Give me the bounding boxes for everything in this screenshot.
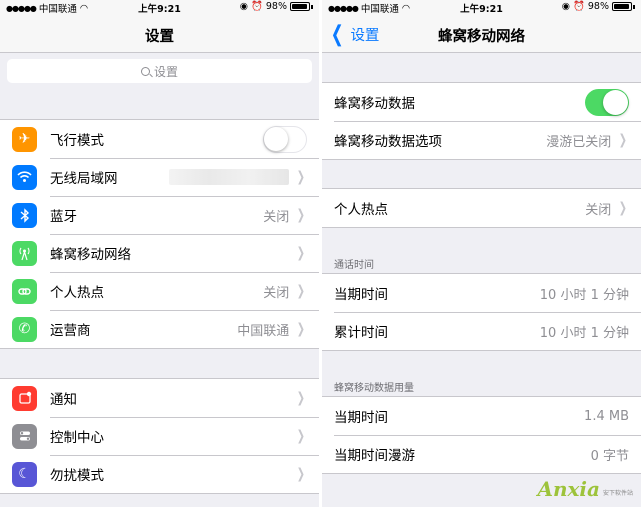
stat-row: 累计时间 10 小时 1 分钟 — [322, 312, 641, 350]
battery-icon — [612, 2, 632, 11]
row-label: 当期时间 — [334, 410, 388, 426]
data-usage-header: 蜂窝移动数据用量 — [334, 383, 414, 394]
orientation-lock-icon: ◉ — [239, 1, 249, 12]
row-label: 个人热点 — [50, 285, 104, 301]
settings-row-carrier[interactable]: ✆ 运营商 中国联通 ❯ — [0, 310, 319, 348]
row-label: 当期时间漫游 — [334, 448, 415, 464]
row-label: 通知 — [50, 392, 77, 408]
chevron-right-icon: ❯ — [297, 466, 306, 482]
cellular-data-group: 蜂窝移动数据 蜂窝移动数据选项 漫游已关闭 ❯ — [322, 82, 641, 160]
notifications-icon — [12, 385, 37, 411]
row-value: 漫游已关闭 — [546, 134, 612, 150]
chevron-right-icon: ❯ — [297, 428, 306, 444]
row-label: 蜂窝移动数据选项 — [334, 134, 442, 150]
row-label: 蓝牙 — [50, 209, 77, 225]
chevron-right-icon: ❯ — [619, 200, 628, 216]
row-label: 无线局域网 — [50, 171, 118, 187]
chevron-right-icon: ❯ — [297, 207, 306, 223]
chevron-right-icon: ❯ — [619, 132, 628, 148]
cellular-icon — [12, 240, 37, 266]
status-bar: ●●●●● 中国联通 ◠ 上午9:21 ◉ ⏰ 98% — [0, 0, 319, 15]
settings-row-hotspot[interactable]: 个人热点 关闭 ❯ — [322, 189, 641, 227]
hotspot-group: 个人热点 关闭 ❯ — [322, 188, 641, 228]
settings-row-airplane[interactable]: ✈ 飞行模式 — [0, 120, 319, 158]
row-label: 勿扰模式 — [50, 468, 104, 484]
nav-bar: ❮ 设置 蜂窝移动网络 — [322, 14, 641, 53]
row-value: 中国联通 — [237, 323, 290, 339]
connectivity-group: ✈ 飞行模式 无线局域网 ❯ 蓝牙 关闭 ❯ 蜂窝移动网络 ❯ 个人热点 关闭 … — [0, 119, 319, 349]
row-label: 当期时间 — [334, 287, 388, 303]
control-center-icon — [12, 423, 37, 449]
orientation-lock-icon: ◉ — [561, 1, 571, 12]
settings-row-cellular-data[interactable]: 蜂窝移动数据 — [322, 83, 641, 121]
call-time-header: 通话时间 — [334, 260, 374, 271]
moon-icon: ☾ — [12, 461, 37, 487]
row-value: 关闭 — [263, 285, 290, 301]
row-value: 关闭 — [585, 202, 612, 218]
row-value: 10 小时 1 分钟 — [539, 325, 629, 341]
cellular-data-toggle[interactable] — [585, 88, 629, 116]
stat-row: 当期时间 1.4 MB — [322, 397, 641, 435]
settings-row-bluetooth[interactable]: 蓝牙 关闭 ❯ — [0, 196, 319, 234]
row-value: 0 字节 — [590, 448, 629, 464]
settings-row-notifications[interactable]: 通知 ❯ — [0, 379, 319, 417]
page-title: 设置 — [145, 29, 174, 45]
settings-row-cellular-data-options[interactable]: 蜂窝移动数据选项 漫游已关闭 ❯ — [322, 121, 641, 159]
search-area: 设置 — [0, 53, 319, 91]
row-label: 控制中心 — [50, 430, 104, 446]
row-label: 累计时间 — [334, 325, 388, 341]
airplane-mode-toggle[interactable] — [263, 125, 307, 153]
stat-row: 当期时间漫游 0 字节 — [322, 435, 641, 473]
cellular-screen: ●●●●● 中国联通 ◠ 上午9:21 ◉ ⏰ 98% ❮ 设置 蜂窝移动网络 蜂窝移动… — [322, 0, 641, 507]
battery-percent: 98% — [265, 1, 287, 12]
page-title: 蜂窝移动网络 — [438, 29, 525, 45]
data-usage-group: 当期时间 1.4 MB 当期时间漫游 0 字节 — [322, 396, 641, 474]
search-placeholder: 设置 — [153, 64, 178, 79]
wifi-icon — [12, 164, 37, 190]
chevron-right-icon: ❯ — [297, 321, 306, 337]
watermark-text: Anxia — [537, 477, 600, 501]
system-group: 通知 ❯ 控制中心 ❯ ☾ 勿扰模式 ❯ — [0, 378, 319, 494]
status-bar: ●●●●● 中国联通 ◠ 上午9:21 ◉ ⏰ 98% — [322, 0, 641, 15]
nav-bar: 设置 — [0, 14, 319, 53]
airplane-icon: ✈ — [12, 126, 37, 152]
settings-row-cellular[interactable]: 蜂窝移动网络 ❯ — [0, 234, 319, 272]
row-value: 关闭 — [263, 209, 290, 225]
phone-icon: ✆ — [12, 316, 37, 342]
row-label: 蜂窝移动网络 — [50, 247, 131, 263]
stat-row: 当期时间 10 小时 1 分钟 — [322, 274, 641, 312]
settings-screen: ●●●●● 中国联通 ◠ 上午9:21 ◉ ⏰ 98% 设置 设置 ✈ 飞行模式 无线局… — [0, 0, 319, 507]
settings-row-wifi[interactable]: 无线局域网 ❯ — [0, 158, 319, 196]
call-time-group: 当期时间 10 小时 1 分钟 累计时间 10 小时 1 分钟 — [322, 273, 641, 351]
row-label: 运营商 — [50, 323, 91, 339]
row-label: 蜂窝移动数据 — [334, 96, 415, 112]
chevron-right-icon: ❯ — [297, 283, 306, 299]
chevron-right-icon: ❯ — [297, 245, 306, 261]
settings-row-hotspot[interactable]: 个人热点 关闭 ❯ — [0, 272, 319, 310]
chevron-right-icon: ❯ — [297, 390, 306, 406]
hotspot-icon — [12, 278, 37, 304]
watermark-sub: 安下软件站 — [602, 490, 633, 497]
row-value: 10 小时 1 分钟 — [539, 287, 629, 303]
alarm-icon: ⏰ — [573, 1, 585, 12]
search-input[interactable]: 设置 — [7, 59, 312, 83]
row-label: 个人热点 — [334, 202, 388, 218]
row-value: 1.4 MB — [584, 408, 629, 424]
battery-percent: 98% — [587, 1, 609, 12]
settings-row-do-not-disturb[interactable]: ☾ 勿扰模式 ❯ — [0, 455, 319, 493]
search-icon — [140, 66, 150, 76]
bluetooth-icon — [12, 202, 37, 228]
wifi-network-name-blurred — [169, 169, 290, 185]
watermark-logo: Anxia 安下软件站 — [537, 477, 633, 501]
alarm-icon: ⏰ — [251, 1, 263, 12]
row-label: 飞行模式 — [50, 133, 104, 149]
settings-row-control-center[interactable]: 控制中心 ❯ — [0, 417, 319, 455]
chevron-right-icon: ❯ — [297, 169, 306, 185]
battery-icon — [290, 2, 310, 11]
